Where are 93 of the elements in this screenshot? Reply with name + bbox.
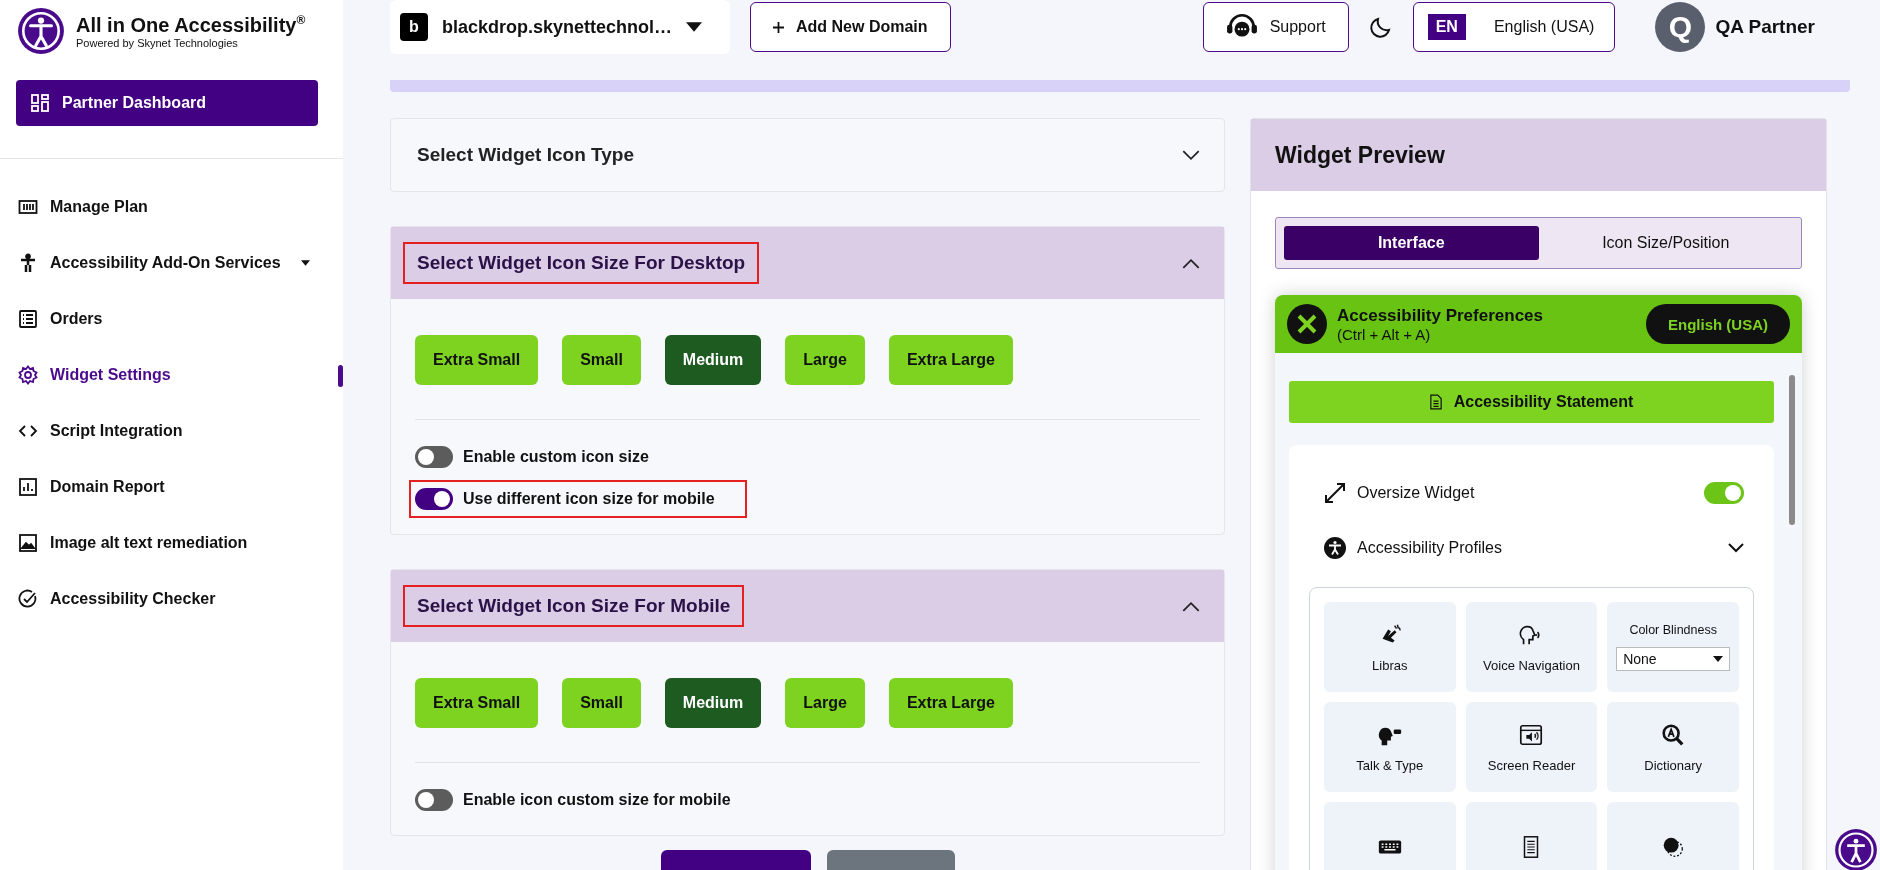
domain-name: blackdrop.skynettechnol…	[442, 16, 673, 38]
chevron-down-icon	[1182, 149, 1200, 161]
language-code: EN	[1427, 14, 1466, 40]
feature-tile[interactable]: Dictionary	[1607, 702, 1739, 792]
support-button[interactable]: Support	[1202, 2, 1349, 52]
size-option[interactable]: Extra Large	[888, 335, 1013, 385]
sidebar-item[interactable]: Image alt text remediation	[0, 515, 343, 571]
toggle-switch[interactable]	[1704, 481, 1744, 504]
chart-icon	[18, 477, 38, 497]
option-label: Oversize Widget	[1357, 483, 1476, 502]
sidebar-item[interactable]: Manage Plan	[0, 179, 343, 235]
tile-label: Talk & Type	[1356, 757, 1424, 773]
widget-title: Accessibility Preferences	[1337, 305, 1544, 326]
sidebar-item[interactable]: Accessibility Add-On Services	[0, 235, 343, 291]
accessibility-icon	[1323, 535, 1347, 560]
tile-label: Dictionary	[1644, 757, 1703, 773]
size-option[interactable]: Small	[562, 335, 641, 385]
toggle-switch[interactable]	[415, 789, 453, 811]
caret-icon	[1713, 656, 1724, 662]
caret-icon	[686, 22, 703, 32]
dropdown[interactable]: None	[1616, 647, 1731, 671]
size-option[interactable]: Extra Small	[415, 335, 539, 385]
feature-tile[interactable]: Libras	[1324, 602, 1456, 692]
toggle-label: Enable icon custom size for mobile	[463, 791, 731, 809]
toggle-label: Use different icon size for mobile	[463, 490, 715, 508]
close-icon[interactable]	[1287, 304, 1327, 344]
brand-title: All in One Accessibility$^{®}$	[76, 13, 306, 37]
preview-tab[interactable]: Interface	[1284, 226, 1539, 260]
section-header[interactable]: Select Widget Icon Size For Desktop	[391, 227, 1224, 299]
sidebar-item[interactable]: Widget Settings	[0, 347, 343, 403]
moon-icon[interactable]	[1368, 15, 1393, 39]
user-avatar[interactable]: Q	[1655, 2, 1706, 52]
toggle-switch[interactable]	[415, 488, 453, 510]
size-option[interactable]: Extra Large	[888, 678, 1013, 728]
statement-button[interactable]: Accessibility Statement	[1289, 381, 1774, 423]
user-name: QA Partner	[1715, 16, 1815, 38]
size-option[interactable]: Medium	[664, 335, 762, 385]
add-domain-button[interactable]: Add New Domain	[750, 2, 951, 52]
chevron-up-icon	[1182, 600, 1200, 612]
partner-dashboard-button[interactable]: Partner Dashboard	[16, 80, 318, 126]
brand-subtitle: Powered by Skynet Technologies	[76, 36, 239, 49]
accessibility-logo-icon	[16, 6, 66, 56]
list-icon	[18, 309, 38, 329]
size-option[interactable]: Medium	[664, 678, 762, 728]
size-option[interactable]: Small	[562, 678, 641, 728]
section-header[interactable]: Select Widget Icon Size For Mobile	[391, 570, 1224, 642]
tile-label: Voice Navigation	[1483, 657, 1580, 673]
caret-icon	[300, 260, 310, 266]
section-title: Select Widget Icon Size For Mobile	[403, 585, 745, 627]
sidebar-item[interactable]: Orders	[0, 291, 343, 347]
plus-icon	[773, 21, 784, 33]
section-title: Select Widget Icon Type	[416, 143, 635, 167]
image-icon	[18, 533, 38, 553]
document-icon	[1429, 394, 1442, 410]
sidebar-item[interactable]: Domain Report	[0, 459, 343, 515]
size-option[interactable]: Large	[785, 335, 865, 385]
language-selector[interactable]: EN English (USA)	[1412, 2, 1616, 52]
domain-initial: b	[400, 13, 428, 41]
toggle-switch[interactable]	[415, 446, 453, 468]
person-icon	[18, 253, 38, 273]
domain-selector[interactable]: b blackdrop.skynettechnol…	[390, 0, 730, 54]
feature-tile[interactable]	[1607, 802, 1739, 870]
feature-tile[interactable]: Voice Navigation	[1465, 602, 1598, 692]
chevron-up-icon	[1182, 257, 1200, 269]
expand-arrows-icon	[1323, 480, 1347, 505]
tile-label: Color Blindness	[1629, 623, 1717, 637]
size-option[interactable]: Extra Small	[415, 678, 539, 728]
size-option[interactable]: Large	[785, 678, 865, 728]
language-button[interactable]: English (USA)	[1646, 304, 1790, 344]
feature-tile[interactable]	[1465, 802, 1598, 870]
feature-tile[interactable]	[1324, 802, 1456, 870]
chevron-down-icon[interactable]	[1728, 542, 1744, 553]
preview-title: Widget Preview	[1275, 141, 1445, 169]
tile-label: Screen Reader	[1487, 757, 1576, 773]
sidebar-item[interactable]: Script Integration	[0, 403, 343, 459]
accessibility-icon[interactable]	[1834, 828, 1878, 870]
toggle-label: Enable custom icon size	[463, 448, 649, 466]
settings-icon	[18, 365, 38, 385]
sidebar-item[interactable]: Accessibility Checker	[0, 571, 343, 627]
shortcut-hint: (Ctrl + Alt + A)	[1337, 325, 1432, 343]
feature-tile[interactable]: Color Blindness None	[1607, 602, 1739, 692]
preview-tab[interactable]: Icon Size/Position	[1538, 226, 1793, 260]
feature-tile[interactable]: Screen Reader	[1465, 702, 1598, 792]
plan-icon	[18, 197, 38, 217]
section-title: Select Widget Icon Size For Desktop	[403, 242, 760, 284]
language-name: English (USA)	[1493, 18, 1595, 36]
tile-label: Libras	[1372, 657, 1408, 673]
check-circle-icon	[18, 589, 38, 609]
dashboard-icon	[30, 93, 50, 113]
feature-tile[interactable]: Talk & Type	[1324, 702, 1456, 792]
active-indicator	[338, 365, 343, 387]
section-header[interactable]: Select Widget Icon Type	[391, 119, 1224, 191]
option-label: Accessibility Profiles	[1357, 538, 1503, 557]
